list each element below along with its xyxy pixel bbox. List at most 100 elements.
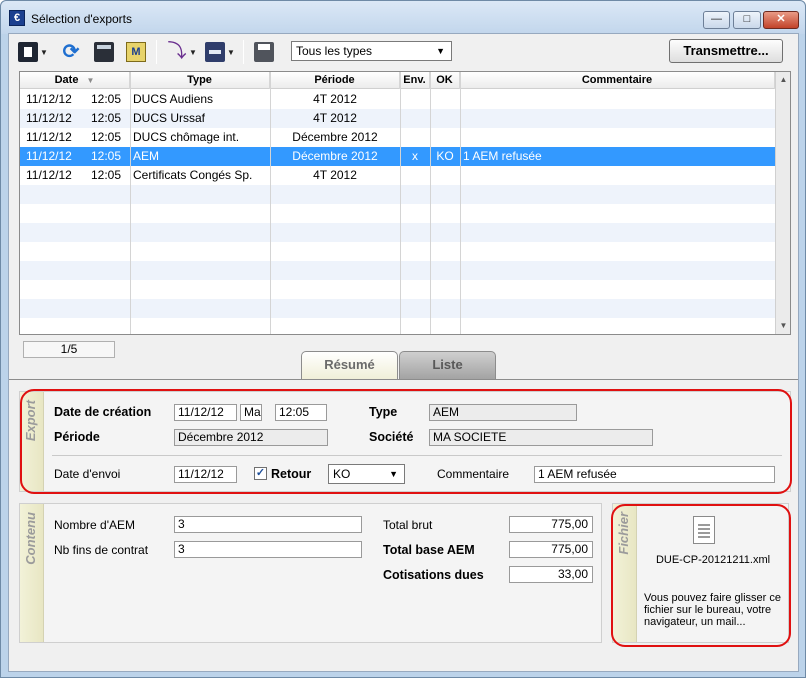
cell-ok — [430, 128, 460, 147]
cell-ok: KO — [436, 149, 454, 163]
cell-type: DUCS Audiens — [133, 92, 214, 106]
total-base-aem-field[interactable]: 775,00 — [509, 541, 593, 558]
nb-aem-field[interactable]: 3 — [174, 516, 362, 533]
contenu-panel: Contenu Nombre d'AEM 3 Nb fins de contra… — [19, 503, 602, 643]
cell-env — [400, 166, 430, 185]
nb-fins-contrat-field[interactable]: 3 — [174, 541, 362, 558]
retour-label: Retour — [271, 467, 312, 481]
date-creation-label: Date de création — [54, 405, 152, 419]
cell-commentaire: 1 AEM refusée — [463, 149, 542, 163]
cell-commentaire — [463, 90, 773, 109]
empty-row — [20, 318, 775, 334]
drag-hint: Vous pouvez faire glisser ce fichier sur… — [644, 592, 781, 628]
chevron-down-icon: ▼ — [40, 47, 48, 57]
cell-date: 11/12/12 — [26, 168, 72, 182]
maximize-button[interactable]: □ — [733, 11, 761, 29]
tab-strip-line — [9, 379, 798, 382]
cell-time: 12:05 — [91, 149, 122, 163]
empty-row — [20, 185, 775, 204]
total-brut-field[interactable]: 775,00 — [509, 516, 593, 533]
column-header-type[interactable]: Type — [130, 72, 270, 89]
table-row[interactable]: 11/12/12 12:05 DUCS Urssaf 4T 2012 — [20, 109, 775, 128]
date-creation-field[interactable]: 11/12/12 — [174, 404, 237, 421]
minimize-button[interactable]: — — [703, 11, 730, 29]
column-divider — [460, 72, 461, 334]
close-button[interactable]: ✕ — [763, 11, 799, 29]
cell-periode: 4T 2012 — [313, 168, 357, 182]
cell-env: x — [412, 149, 418, 163]
type-field: AEM — [429, 404, 577, 421]
file-name[interactable]: DUE-CP-20121211.xml — [643, 554, 783, 566]
nb-fins-contrat-label: Nb fins de contrat — [54, 543, 149, 557]
cell-type: Certificats Congés Sp. — [133, 168, 253, 182]
cell-ok — [430, 166, 460, 185]
societe-label: Société — [369, 430, 414, 444]
calculator-icon — [94, 42, 114, 62]
cell-periode: Décembre 2012 — [292, 130, 378, 144]
date-envoi-field[interactable]: 11/12/12 — [174, 466, 237, 483]
record-counter: 1/5 — [23, 341, 115, 358]
contenu-section-label: Contenu — [20, 504, 44, 642]
scroll-down-icon[interactable]: ▼ — [776, 318, 790, 334]
column-header-ok[interactable]: OK — [430, 72, 460, 89]
import-menu-button[interactable]: ⤵ ▼ — [167, 39, 196, 65]
type-filter-value: Tous les types — [296, 44, 373, 58]
title-bar[interactable]: € Sélection d'exports — □ ✕ — [1, 1, 805, 34]
column-header-commentaire[interactable]: Commentaire — [460, 72, 775, 89]
day-field[interactable]: Ma — [240, 404, 262, 421]
retour-select[interactable]: KO ▼ — [328, 464, 405, 484]
empty-row — [20, 204, 775, 223]
cell-commentaire — [463, 128, 773, 147]
tab-resume[interactable]: Résumé — [301, 351, 398, 379]
retour-checkbox[interactable]: ✓ — [254, 467, 267, 480]
exports-grid[interactable]: Date ▼ Type Période Env. OK Commentaire 1… — [19, 71, 791, 335]
export-menu-button[interactable]: ▼ — [18, 39, 48, 65]
column-divider — [270, 72, 271, 334]
toolbar-separator — [243, 40, 244, 64]
table-row[interactable]: 11/12/12 12:05 Certificats Congés Sp. 4T 20… — [20, 166, 775, 185]
total-brut-label: Total brut — [383, 518, 433, 532]
cotisations-dues-field[interactable]: 33,00 — [509, 566, 593, 583]
cotisations-dues-label: Cotisations dues — [383, 568, 484, 582]
cell-periode: 4T 2012 — [313, 92, 357, 106]
column-divider — [400, 72, 401, 334]
sort-desc-icon: ▼ — [86, 76, 95, 85]
tab-liste[interactable]: Liste — [399, 351, 496, 379]
cell-ok — [430, 90, 460, 109]
cell-env — [400, 109, 430, 128]
type-label: Type — [369, 405, 398, 419]
window-title: Sélection d'exports — [31, 12, 133, 26]
type-filter-select[interactable]: Tous les types ▼ — [291, 41, 452, 61]
calculate-button[interactable] — [94, 39, 114, 65]
cell-time: 12:05 — [91, 130, 122, 144]
refresh-button[interactable]: ⟳ — [61, 39, 81, 65]
table-row[interactable]: 11/12/12 12:05 AEM Décembre 2012 x KO 1 AEM re… — [20, 147, 775, 166]
time-field[interactable]: 12:05 — [275, 404, 327, 421]
periode-field: Décembre 2012 — [174, 429, 328, 446]
table-row[interactable]: 11/12/12 12:05 DUCS Audiens 4T 2012 — [20, 90, 775, 109]
column-header-periode[interactable]: Période — [270, 72, 400, 89]
cell-commentaire — [463, 109, 773, 128]
empty-row — [20, 280, 775, 299]
column-divider — [430, 72, 431, 334]
vertical-scrollbar[interactable]: ▲ ▼ — [775, 72, 790, 334]
export-panel: Export Date de création 11/12/12 Ma 12:0… — [19, 391, 791, 492]
transfer-menu-button[interactable]: ▼ — [205, 39, 235, 65]
xml-file-icon[interactable] — [693, 516, 715, 544]
cell-ok — [430, 109, 460, 128]
fichier-section-label: Fichier — [613, 504, 637, 642]
scroll-up-icon[interactable]: ▲ — [776, 72, 790, 88]
nb-aem-label: Nombre d'AEM — [54, 518, 135, 532]
print-button[interactable] — [254, 39, 274, 65]
cell-type: DUCS Urssaf — [133, 111, 206, 125]
table-row[interactable]: 11/12/12 12:05 DUCS chômage int. Décembre 2… — [20, 128, 775, 147]
column-header-env[interactable]: Env. — [400, 72, 430, 89]
column-header-date[interactable]: Date ▼ — [20, 72, 130, 89]
chevron-down-icon: ▼ — [389, 469, 398, 479]
commentaire-field[interactable]: 1 AEM refusée — [534, 466, 775, 483]
mail-button[interactable]: M — [126, 39, 146, 65]
print-icon — [254, 42, 274, 62]
societe-field: MA SOCIETE — [429, 429, 653, 446]
transmit-button[interactable]: Transmettre... — [669, 39, 783, 63]
export-icon — [18, 42, 38, 62]
